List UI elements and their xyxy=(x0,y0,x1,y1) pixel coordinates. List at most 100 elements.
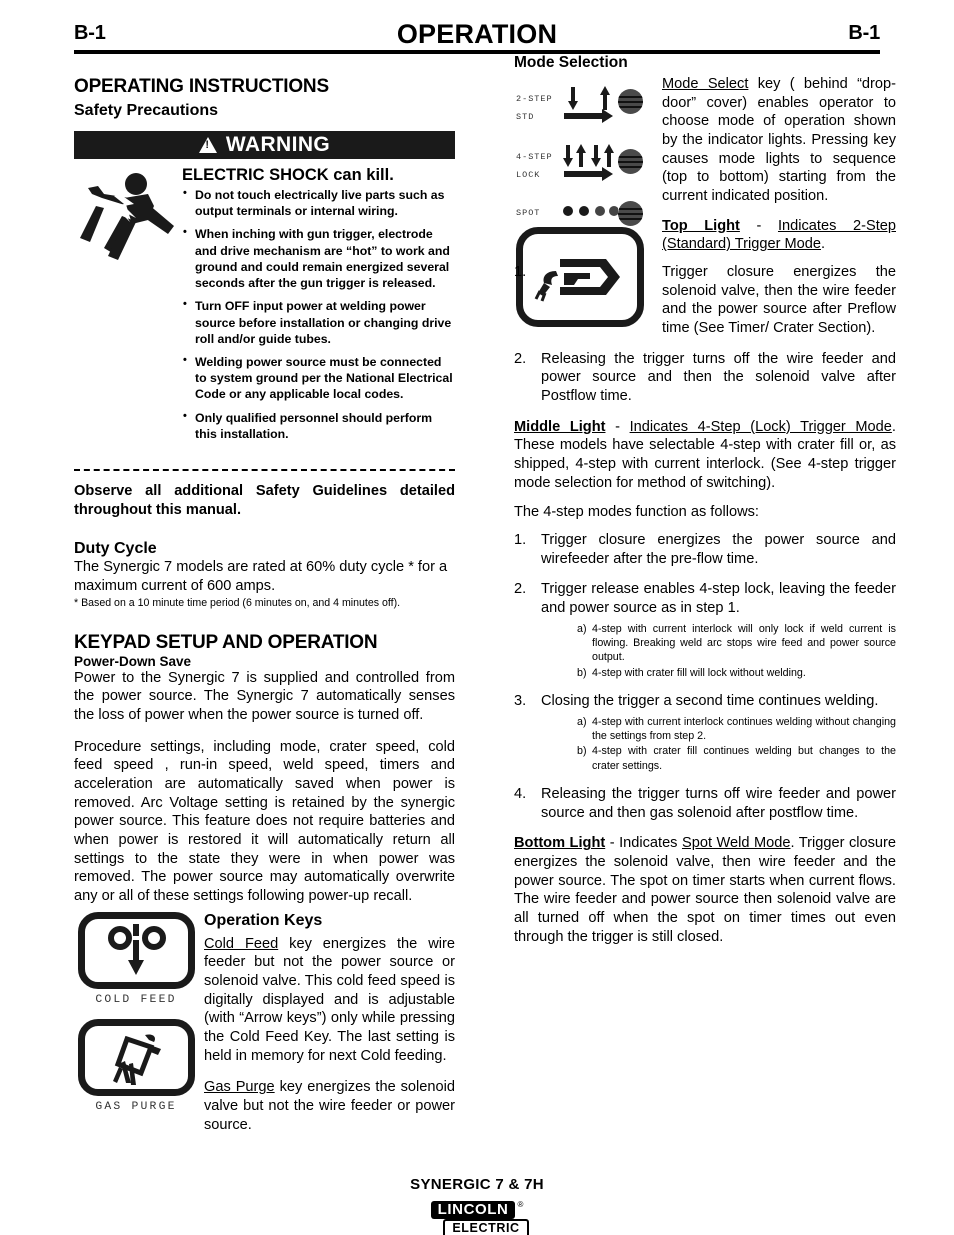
operation-key-icons: COLD FEED GAS PURGE xyxy=(74,911,198,1135)
middle-light-link: Indicates 4-Step (Lock) Trigger Mode xyxy=(629,418,892,435)
diagram-label-lock: LOCK xyxy=(516,170,540,180)
sub-list: a) 4-step with current interlock will onl… xyxy=(577,622,896,680)
sub-item-number: a) xyxy=(577,715,587,728)
power-down-save-heading: Power-Down Save xyxy=(74,653,192,669)
sub-list-item: b) 4-step with crater fill continues weld… xyxy=(577,744,896,773)
sub-item-text: 4-step with crater fill continues weldin… xyxy=(592,745,896,772)
dashed-divider xyxy=(74,469,455,472)
item-text: Trigger closure energizes the power sour… xyxy=(541,532,896,567)
indicator-light-middle xyxy=(618,149,643,174)
bottom-light-dash: - Indicates xyxy=(605,835,682,852)
sub-list-item: a) 4-step with current interlock continue… xyxy=(577,715,896,744)
sub-item-text: 4-step with crater fill will lock withou… xyxy=(592,666,806,679)
two-step-list: 1. Trigger closure energizes the solenoid… xyxy=(514,263,896,406)
right-column: Mode Selection 2-STEP STD 4-STEP LOCK SP… xyxy=(514,54,896,946)
cold-feed-caption: COLD FEED xyxy=(95,993,177,1006)
cold-feed-description: Cold Feed key energizes the wire feeder … xyxy=(204,935,455,1066)
header-right-marker: B-1 xyxy=(848,22,880,44)
warning-bullet: Only qualified personnel should perform … xyxy=(182,409,455,442)
bottom-light-description: Bottom Light - Indicates Spot Weld Mode.… xyxy=(514,834,896,946)
observe-guidelines-note: Observe all additional Safety Guidelines… xyxy=(74,483,455,519)
indicator-light-bottom xyxy=(618,201,643,226)
sub-item-text: 4-step with current interlock will only … xyxy=(592,622,896,664)
item-text: Releasing the trigger turns off the wire… xyxy=(541,350,896,405)
diagram-label-2step: 2-STEP xyxy=(516,94,553,104)
item-text: Trigger closure energizes the solenoid v… xyxy=(662,264,896,337)
footer-model-name: SYNERGIC 7 & 7H xyxy=(410,1176,544,1194)
warning-bullet: Do not touch electrically live parts suc… xyxy=(182,186,455,219)
page-title: OPERATION xyxy=(396,19,558,49)
duty-cycle-heading: Duty Cycle xyxy=(74,540,157,557)
sub-item-number: b) xyxy=(577,666,587,679)
mode-selection-heading: Mode Selection xyxy=(514,54,628,71)
warning-body: ELECTRIC SHOCK can kill. Do not touch el… xyxy=(74,166,455,449)
mode-select-body: key ( behind “drop-door” cover) enables … xyxy=(662,76,896,205)
item-number: 1. xyxy=(514,532,527,549)
top-light-label: Top Light xyxy=(662,217,740,234)
list-item: 2. Releasing the trigger turns off the wi… xyxy=(514,350,896,406)
gas-purge-key-icon[interactable] xyxy=(77,1018,195,1096)
middle-light-label: Middle Light xyxy=(514,418,606,435)
lincoln-electric-logo: LINCOLN ® ELECTRIC xyxy=(425,1200,529,1235)
page-footer: SYNERGIC 7 & 7H LINCOLN ® ELECTRIC xyxy=(0,1176,954,1235)
mode-indicator-lights xyxy=(618,79,652,229)
gas-purge-description: Gas Purge key energizes the solenoid val… xyxy=(204,1078,455,1134)
warning-bullet: Welding power source must be connected t… xyxy=(182,353,455,403)
gas-purge-caption: GAS PURGE xyxy=(95,1100,177,1113)
duty-cycle-body: The Synergic 7 models are rated at 60% d… xyxy=(74,559,448,594)
power-down-paragraph-2: Procedure settings, including mode, crat… xyxy=(74,738,455,904)
item-text: Closing the trigger a second time contin… xyxy=(541,693,879,710)
operating-instructions-heading: OPERATING INSTRUCTIONS xyxy=(74,76,329,97)
warning-triangle-icon xyxy=(198,137,217,153)
sub-item-number: b) xyxy=(577,745,587,758)
sub-list: a) 4-step with current interlock continue… xyxy=(577,715,896,773)
bottom-light-link: Spot Weld Mode xyxy=(681,835,791,852)
top-light-end: . xyxy=(821,236,826,253)
operation-keys-text: Operation Keys Cold Feed key energizes t… xyxy=(198,912,455,1135)
sub-list-item: b) 4-step with crater fill will lock with… xyxy=(577,666,896,680)
warning-text: ELECTRIC SHOCK can kill. Do not touch el… xyxy=(178,166,455,449)
item-text: Trigger release enables 4-step lock, lea… xyxy=(541,581,896,617)
gas-purge-link: Gas Purge xyxy=(204,1079,275,1096)
middle-light-dash: - xyxy=(605,418,630,435)
bottom-light-body: . Trigger closure energizes the solenoid… xyxy=(514,835,897,945)
sub-item-number: a) xyxy=(577,622,587,635)
cold-feed-link: Cold Feed xyxy=(204,935,279,952)
list-item: 4. Releasing the trigger turns off wire … xyxy=(514,785,896,822)
item-number: 2. xyxy=(514,581,527,598)
operation-keys-heading: Operation Keys xyxy=(204,911,323,929)
sub-list-item: a) 4-step with current interlock will onl… xyxy=(577,622,896,665)
cold-feed-key-icon[interactable] xyxy=(77,911,195,989)
left-column: OPERATING INSTRUCTIONS Safety Precaution… xyxy=(74,76,455,1134)
list-item: 1. Trigger closure energizes the solenoid… xyxy=(514,263,896,338)
power-down-paragraph-1: Power to the Synergic 7 is supplied and … xyxy=(74,669,455,723)
operation-keys-block: COLD FEED GAS PURGE Operation Keys Cold … xyxy=(74,911,455,1135)
list-item: 1. Trigger closure energizes the power s… xyxy=(514,531,896,568)
item-number: 3. xyxy=(514,693,527,710)
diagram-label-std: STD xyxy=(516,112,534,122)
logo-lincoln-text: LINCOLN xyxy=(430,1200,516,1220)
bottom-light-label: Bottom Light xyxy=(514,835,606,852)
item-number: 1. xyxy=(514,264,527,281)
indicator-light-top xyxy=(618,89,643,114)
sub-item-text: 4-step with current interlock continues … xyxy=(592,715,896,743)
warning-bullet-list: Do not touch electrically live parts suc… xyxy=(182,186,455,442)
warning-title: ELECTRIC SHOCK can kill. xyxy=(182,166,394,184)
duty-cycle-footnote: * Based on a 10 minute time period (6 mi… xyxy=(74,597,401,610)
cold-feed-body: key energizes the wire feeder but not th… xyxy=(204,935,455,1064)
diagram-label-spot: SPOT xyxy=(516,208,540,218)
four-step-list: 1. Trigger closure energizes the power s… xyxy=(514,531,896,822)
item-number: 4. xyxy=(514,786,527,803)
safety-precautions-heading: Safety Precautions xyxy=(74,102,219,119)
logo-registered-mark: ® xyxy=(517,1200,524,1210)
item-number: 2. xyxy=(514,350,527,367)
warning-bullet: Turn OFF input power at welding power so… xyxy=(182,297,455,347)
list-item: 3. Closing the trigger a second time con… xyxy=(514,692,896,773)
logo-electric-text: ELECTRIC xyxy=(443,1219,529,1235)
mode-select-link: Mode Select xyxy=(662,76,749,92)
top-light-dash: - xyxy=(739,217,778,234)
keypad-setup-heading: KEYPAD SETUP AND OPERATION xyxy=(74,631,378,653)
warning-bullet: When inching with gun trigger, electrode… xyxy=(182,225,455,291)
diagram-label-4step: 4-STEP xyxy=(516,152,553,162)
list-item: 2. Trigger release enables 4-step lock, … xyxy=(514,580,896,680)
